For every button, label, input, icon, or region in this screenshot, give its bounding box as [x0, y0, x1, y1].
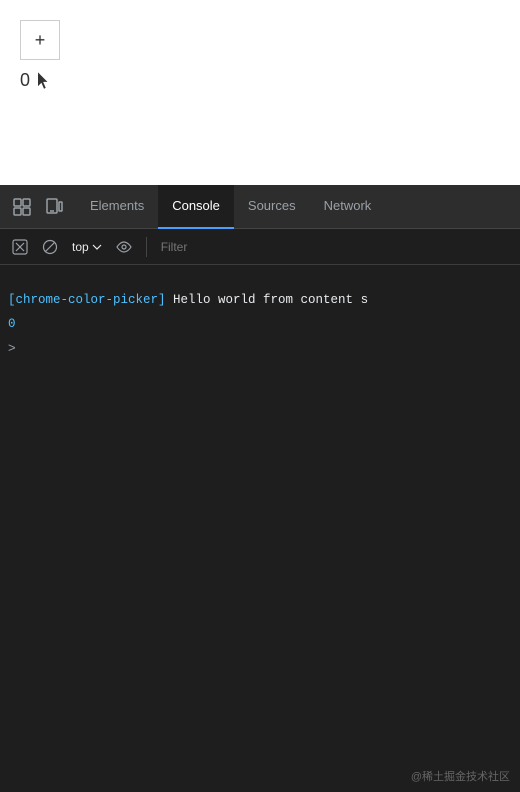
block-icon-button[interactable] — [38, 235, 62, 259]
devtools-tabs-bar: Elements Console Sources Network — [0, 185, 520, 229]
eye-icon — [116, 241, 132, 253]
inspect-icon — [13, 198, 31, 216]
tab-network-label: Network — [324, 198, 372, 213]
console-number-value: 0 — [8, 317, 16, 331]
tab-sources-label: Sources — [248, 198, 296, 213]
device-toolbar-button[interactable] — [40, 193, 68, 221]
tab-elements[interactable]: Elements — [76, 185, 158, 229]
block-icon — [42, 239, 58, 255]
inspect-icon-button[interactable] — [8, 193, 36, 221]
browser-content: + 0 — [0, 0, 520, 185]
clear-icon — [12, 239, 28, 255]
tab-elements-label: Elements — [90, 198, 144, 213]
watermark: @稀土掘金技术社区 — [411, 768, 510, 784]
tab-console[interactable]: Console — [158, 185, 234, 229]
console-message: [chrome-color-picker] Hello world from c… — [8, 272, 368, 310]
console-input-caret[interactable]: > — [0, 334, 520, 361]
tab-console-label: Console — [172, 198, 220, 213]
tab-network[interactable]: Network — [310, 185, 386, 229]
log-prefix: [chrome-color-picker] — [8, 293, 166, 307]
counter-value: 0 — [20, 70, 30, 91]
filter-input[interactable] — [157, 238, 512, 256]
chevron-down-icon — [92, 244, 102, 250]
devtools-icon-group — [0, 193, 76, 221]
plus-button[interactable]: + — [20, 20, 60, 60]
eye-icon-button[interactable] — [112, 235, 136, 259]
clear-console-button[interactable] — [8, 235, 32, 259]
counter-display: 0 — [20, 70, 50, 91]
console-number-line: 0 — [0, 314, 520, 334]
console-log-line: [chrome-color-picker] Hello world from c… — [0, 269, 520, 314]
tab-sources[interactable]: Sources — [234, 185, 310, 229]
plus-label: + — [35, 30, 46, 51]
device-icon — [45, 198, 63, 216]
console-toolbar: top — [0, 229, 520, 265]
context-value: top — [72, 240, 89, 254]
log-text: Hello world from content s — [166, 293, 369, 307]
context-selector[interactable]: top — [68, 238, 106, 256]
watermark-text: @稀土掘金技术社区 — [411, 771, 510, 783]
caret-symbol: > — [8, 340, 16, 355]
devtools-panel: Elements Console Sources Network — [0, 185, 520, 792]
cursor-icon — [38, 72, 50, 90]
console-output: [chrome-color-picker] Hello world from c… — [0, 265, 520, 792]
toolbar-divider — [146, 237, 147, 257]
